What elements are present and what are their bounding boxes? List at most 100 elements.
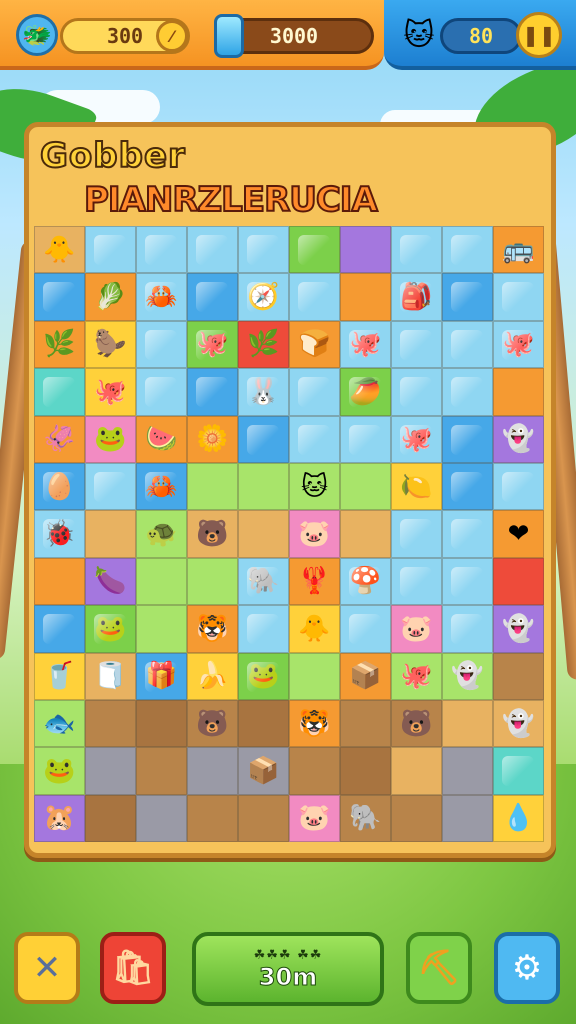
board-tile[interactable]: 🚌 [493, 226, 544, 274]
board-tile[interactable]: 🍄 [340, 557, 391, 606]
board-tile[interactable]: 🌿 [34, 320, 85, 369]
board-tile[interactable] [442, 605, 493, 653]
board-tile[interactable] [238, 462, 289, 511]
board-tile[interactable] [238, 794, 289, 843]
board-tile[interactable]: 📦 [340, 652, 391, 700]
board-tile[interactable] [340, 605, 391, 653]
board-tile[interactable]: 📦 [238, 747, 289, 795]
board-tile[interactable]: 🐸 [85, 415, 136, 463]
board-tile[interactable]: 🦫 [85, 320, 136, 369]
board-tile[interactable]: 🐷 [289, 510, 340, 558]
board-tile[interactable]: 🌼 [187, 415, 238, 463]
board-tile[interactable] [136, 226, 187, 274]
board-tile[interactable] [136, 605, 187, 653]
board-tile[interactable]: 🐸 [34, 747, 85, 795]
play-button[interactable]: ☘☘☘ ☘☘ 30m [192, 932, 384, 1006]
board-tile[interactable]: 🦑 [34, 415, 85, 463]
board-tile[interactable] [85, 226, 136, 274]
board-tile[interactable]: 🐻 [187, 699, 238, 748]
board-tile[interactable] [34, 368, 85, 416]
board-tile[interactable]: 🐻 [391, 699, 442, 748]
board-tile[interactable] [85, 510, 136, 558]
board-tile[interactable]: 🦀 [136, 273, 187, 321]
board-tile[interactable]: 🐥 [289, 605, 340, 653]
board-tile[interactable] [289, 273, 340, 321]
board-tile[interactable] [493, 652, 544, 700]
board-tile[interactable]: 👻 [493, 415, 544, 463]
board-tile[interactable]: 🐻 [187, 510, 238, 558]
board-tile[interactable]: 💧 [493, 794, 544, 843]
pickaxe-button[interactable]: ⛏ [406, 932, 472, 1004]
board-tile[interactable] [238, 605, 289, 653]
board-tile[interactable]: 🐸 [85, 605, 136, 653]
board-tile[interactable]: 🧻 [85, 652, 136, 700]
gem-icon[interactable] [214, 14, 244, 58]
board-tile[interactable] [340, 510, 391, 558]
board-tile[interactable]: 🐥 [34, 226, 85, 274]
board-tile[interactable] [34, 273, 85, 321]
board-tile[interactable] [85, 462, 136, 511]
board-tile[interactable] [238, 510, 289, 558]
board-tile[interactable] [442, 557, 493, 606]
board-tile[interactable] [442, 273, 493, 321]
board-tile[interactable]: 🐷 [391, 605, 442, 653]
board-tile[interactable]: 🦞 [289, 557, 340, 606]
board-tile[interactable] [493, 368, 544, 416]
board-tile[interactable] [238, 226, 289, 274]
board-tile[interactable]: 🐯 [187, 605, 238, 653]
board-tile[interactable] [493, 273, 544, 321]
board-tile[interactable]: 🌿 [238, 320, 289, 369]
board-tile[interactable] [340, 747, 391, 795]
board-tile[interactable] [85, 699, 136, 748]
board-tile[interactable] [187, 368, 238, 416]
board-tile[interactable] [187, 747, 238, 795]
board-tile[interactable] [442, 368, 493, 416]
board-tile[interactable] [187, 794, 238, 843]
board-tile[interactable] [340, 699, 391, 748]
board-tile[interactable]: 🐙 [391, 415, 442, 463]
board-tile[interactable] [289, 415, 340, 463]
board-tile[interactable] [136, 794, 187, 843]
board-tile[interactable]: 🐹 [34, 794, 85, 843]
board-tile[interactable] [340, 226, 391, 274]
board-tile[interactable] [187, 462, 238, 511]
board-tile[interactable] [187, 557, 238, 606]
board-tile[interactable]: 🐸 [238, 652, 289, 700]
settings-button[interactable]: ⚙ [494, 932, 560, 1004]
board-tile[interactable]: 👻 [442, 652, 493, 700]
board-tile[interactable]: 🍋 [391, 462, 442, 511]
board-tile[interactable]: 🎁 [136, 652, 187, 700]
board-tile[interactable] [340, 273, 391, 321]
board-tile[interactable] [289, 652, 340, 700]
board-tile[interactable] [187, 273, 238, 321]
board-tile[interactable]: 🐰 [238, 368, 289, 416]
board-tile[interactable] [391, 320, 442, 369]
board-tile[interactable] [391, 510, 442, 558]
board-tile[interactable] [289, 226, 340, 274]
board-tile[interactable] [442, 320, 493, 369]
board-tile[interactable]: 🥬 [85, 273, 136, 321]
board-tile[interactable]: 🐙 [340, 320, 391, 369]
bag-button[interactable]: 🛍 [100, 932, 166, 1004]
close-button[interactable]: ✕ [14, 932, 80, 1004]
board-tile[interactable] [238, 699, 289, 748]
board-tile[interactable]: 👻 [493, 605, 544, 653]
board-tile[interactable] [442, 510, 493, 558]
board-tile[interactable] [391, 368, 442, 416]
board-tile[interactable] [85, 747, 136, 795]
board-tile[interactable] [238, 415, 289, 463]
board-tile[interactable] [391, 226, 442, 274]
board-tile[interactable] [493, 557, 544, 606]
board-tile[interactable] [289, 368, 340, 416]
board-tile[interactable] [136, 557, 187, 606]
board-tile[interactable]: 🐘 [238, 557, 289, 606]
board-tile[interactable]: 🐘 [340, 794, 391, 843]
board-tile[interactable]: 🐙 [391, 652, 442, 700]
board-tile[interactable] [187, 226, 238, 274]
board-tile[interactable]: 🐙 [85, 368, 136, 416]
board-tile[interactable]: 🐞 [34, 510, 85, 558]
board-tile[interactable] [442, 226, 493, 274]
board-tile[interactable]: 🐙 [493, 320, 544, 369]
board-tile[interactable]: 🥚 [34, 462, 85, 511]
board-tile[interactable] [493, 462, 544, 511]
